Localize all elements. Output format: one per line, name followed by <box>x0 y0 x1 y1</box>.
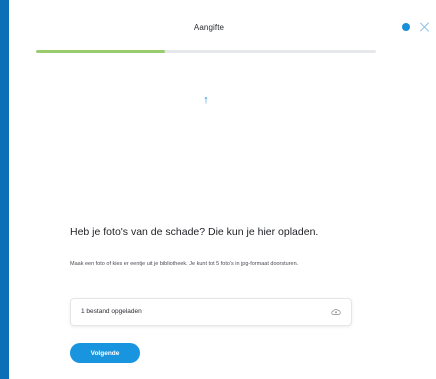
question-description: Maak een foto of kies er eentje uit je b… <box>70 261 299 267</box>
progress-bar <box>36 50 376 53</box>
upload-field[interactable]: 1 bestand opgeladen <box>70 298 352 326</box>
claim-panel: Aangifte ↑ Heb je foto's van de schade? … <box>9 0 436 379</box>
cloud-upload-icon[interactable] <box>331 308 341 316</box>
help-dot-icon[interactable] <box>402 23 410 31</box>
upload-arrow-icon: ↑ <box>203 94 209 106</box>
app-frame: Aangifte ↑ Heb je foto's van de schade? … <box>0 0 436 379</box>
upload-field-label: 1 bestand opgeladen <box>81 308 142 315</box>
next-button[interactable]: Volgende <box>70 343 140 363</box>
header-actions <box>402 22 430 32</box>
close-icon[interactable] <box>420 22 430 32</box>
question-heading: Heb je foto's van de schade? Die kun je … <box>70 226 319 238</box>
page-title: Aangifte <box>193 23 225 32</box>
progress-bar-fill <box>36 50 166 53</box>
